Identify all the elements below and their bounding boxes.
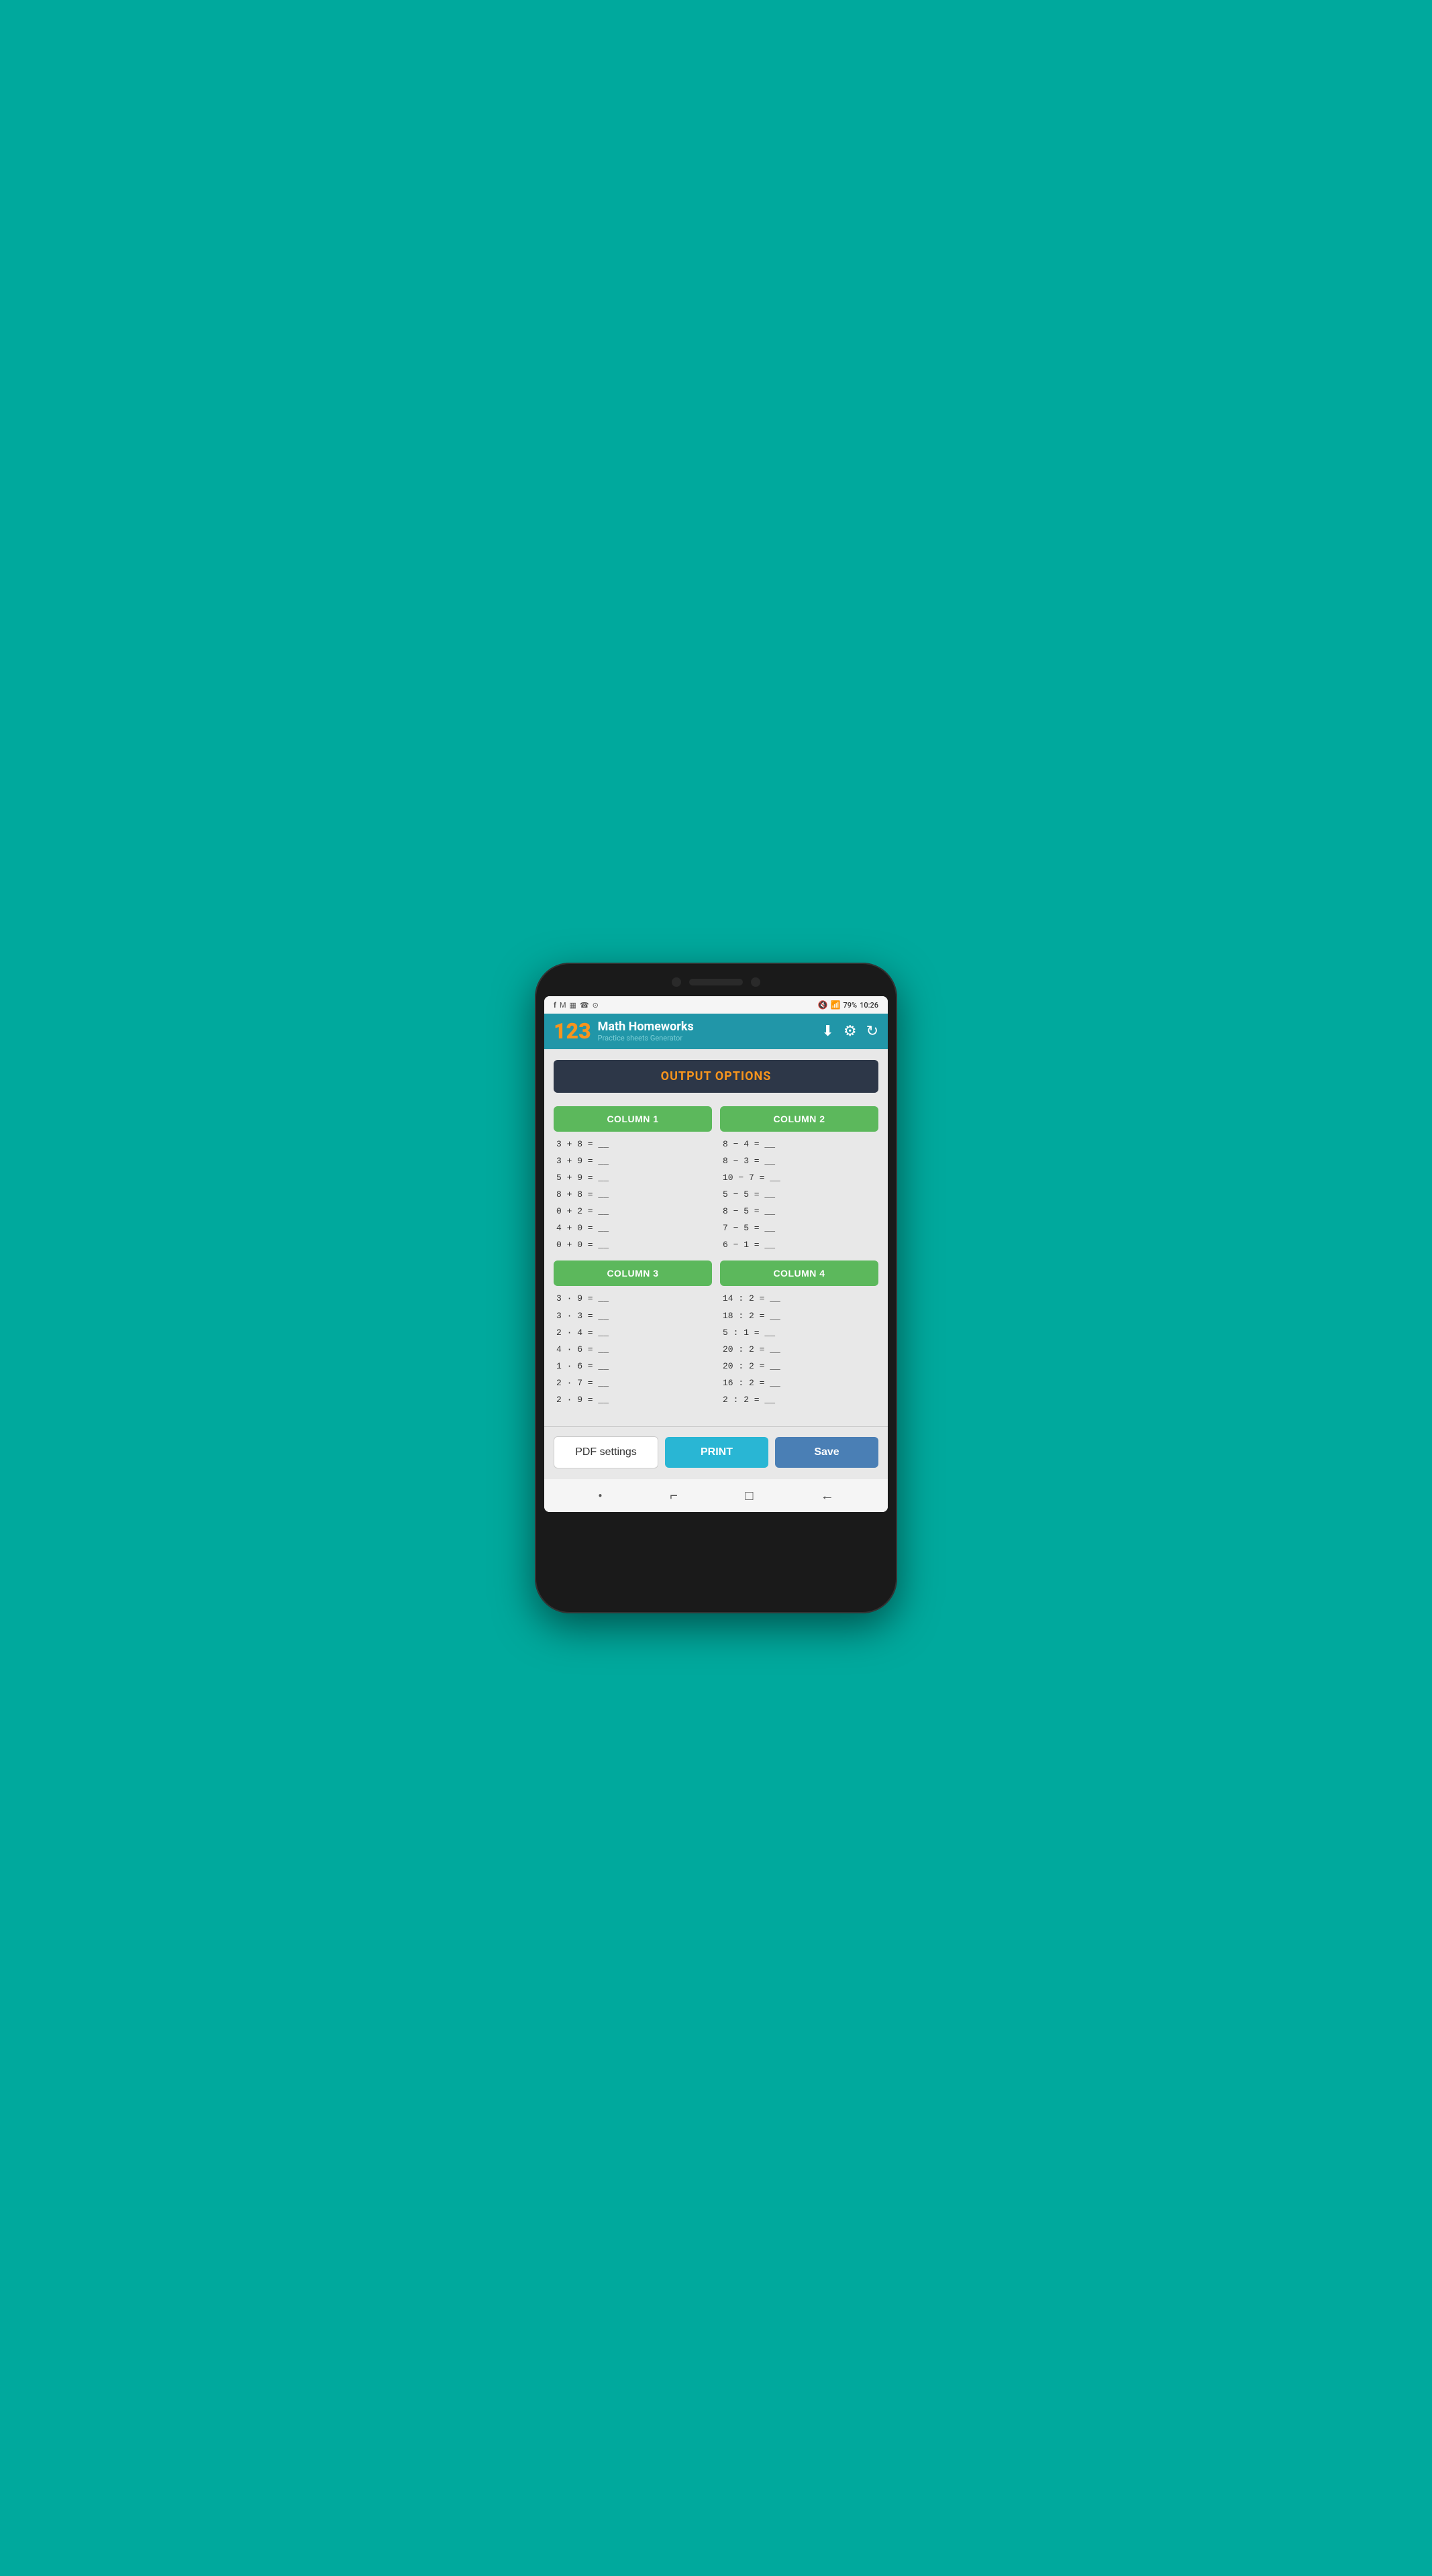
columns-bottom-row: COLUMN 3 3 · 9 = __ 3 · 3 = __ 2 · 4 = _…	[554, 1260, 878, 1407]
app-title: Math Homeworks	[598, 1020, 694, 1034]
bottom-action-bar: PDF settings PRINT Save	[544, 1426, 888, 1478]
eq-2-4: 5 − 5 = __	[723, 1187, 876, 1202]
eq-3-4: 4 · 6 = __	[556, 1342, 709, 1357]
eq-4-4: 20 : 2 = __	[723, 1342, 876, 1357]
eq-2-6: 7 − 5 = __	[723, 1221, 876, 1236]
home-icon[interactable]: □	[745, 1487, 753, 1504]
instagram-icon: ⊙	[593, 1001, 599, 1010]
column-3-button[interactable]: COLUMN 3	[554, 1260, 712, 1286]
wifi-icon: 📶	[831, 1000, 841, 1010]
main-content: OUTPUT OPTIONS COLUMN 1 3 + 8 = __ 3 + 9…	[544, 1049, 888, 1426]
status-right-icons: 🔇 📶 79% 10:26	[818, 1000, 878, 1010]
eq-2-5: 8 − 5 = __	[723, 1204, 876, 1219]
eq-2-7: 6 − 1 = __	[723, 1238, 876, 1252]
screen: f M ▦ ☎ ⊙ 🔇 📶 79% 10:26 123 Math Homewor…	[544, 996, 888, 1512]
output-options-title: OUTPUT OPTIONS	[661, 1069, 772, 1083]
column-2-equations: 8 − 4 = __ 8 − 3 = __ 10 − 7 = __ 5 − 5 …	[720, 1137, 878, 1253]
phone-frame: f M ▦ ☎ ⊙ 🔇 📶 79% 10:26 123 Math Homewor…	[535, 963, 897, 1613]
eq-1-2: 3 + 9 = __	[556, 1154, 709, 1169]
eq-1-4: 8 + 8 = __	[556, 1187, 709, 1202]
status-left-icons: f M ▦ ☎ ⊙	[554, 1001, 599, 1010]
eq-3-1: 3 · 9 = __	[556, 1291, 709, 1306]
eq-1-6: 4 + 0 = __	[556, 1221, 709, 1236]
column-3-section: COLUMN 3 3 · 9 = __ 3 · 3 = __ 2 · 4 = _…	[554, 1260, 712, 1407]
eq-1-5: 0 + 2 = __	[556, 1204, 709, 1219]
eq-3-5: 1 · 6 = __	[556, 1359, 709, 1374]
eq-3-2: 3 · 3 = __	[556, 1309, 709, 1324]
header-actions: ⬇ ⚙ ↻	[821, 1023, 878, 1040]
eq-3-7: 2 · 9 = __	[556, 1393, 709, 1407]
time-display: 10:26	[860, 1001, 878, 1010]
app-subtitle: Practice sheets Generator	[598, 1034, 694, 1042]
speaker	[689, 979, 743, 985]
mute-icon: 🔇	[818, 1000, 828, 1010]
column-1-button[interactable]: COLUMN 1	[554, 1106, 712, 1132]
phone-notch	[544, 975, 888, 989]
facebook-icon: f	[554, 1001, 556, 1010]
eq-3-3: 2 · 4 = __	[556, 1326, 709, 1340]
navigation-bar: • ⌐ □ ←	[544, 1479, 888, 1512]
camera-dot-right	[751, 977, 760, 987]
gmail-icon: M	[560, 1001, 566, 1010]
print-button[interactable]: PRINT	[665, 1437, 768, 1468]
column-4-equations: 14 : 2 = __ 18 : 2 = __ 5 : 1 = __ 20 : …	[720, 1291, 878, 1407]
home-dot-icon[interactable]: •	[598, 1488, 603, 1504]
back-icon[interactable]: ←	[821, 1487, 834, 1504]
phone-icon: ☎	[580, 1001, 589, 1010]
phone-bottom	[544, 1512, 888, 1520]
column-2-button[interactable]: COLUMN 2	[720, 1106, 878, 1132]
column-4-section: COLUMN 4 14 : 2 = __ 18 : 2 = __ 5 : 1 =…	[720, 1260, 878, 1407]
camera-dot-left	[672, 977, 681, 987]
eq-4-3: 5 : 1 = __	[723, 1326, 876, 1340]
eq-2-3: 10 − 7 = __	[723, 1171, 876, 1185]
settings-icon[interactable]: ⚙	[843, 1023, 857, 1040]
column-4-button[interactable]: COLUMN 4	[720, 1260, 878, 1286]
save-button[interactable]: Save	[775, 1437, 878, 1468]
eq-1-7: 0 + 0 = __	[556, 1238, 709, 1252]
refresh-icon[interactable]: ↻	[866, 1023, 878, 1040]
eq-3-6: 2 · 7 = __	[556, 1376, 709, 1391]
status-bar: f M ▦ ☎ ⊙ 🔇 📶 79% 10:26	[544, 996, 888, 1014]
column-2-section: COLUMN 2 8 − 4 = __ 8 − 3 = __ 10 − 7 = …	[720, 1106, 878, 1253]
recent-apps-icon[interactable]: ⌐	[670, 1487, 678, 1504]
gallery-icon: ▦	[570, 1001, 576, 1010]
eq-2-2: 8 − 3 = __	[723, 1154, 876, 1169]
logo-123: 123	[554, 1020, 591, 1042]
eq-2-1: 8 − 4 = __	[723, 1137, 876, 1152]
eq-4-6: 16 : 2 = __	[723, 1376, 876, 1391]
logo-text: Math Homeworks Practice sheets Generator	[598, 1020, 694, 1042]
eq-4-7: 2 : 2 = __	[723, 1393, 876, 1407]
columns-top-row: COLUMN 1 3 + 8 = __ 3 + 9 = __ 5 + 9 = _…	[554, 1106, 878, 1253]
column-1-section: COLUMN 1 3 + 8 = __ 3 + 9 = __ 5 + 9 = _…	[554, 1106, 712, 1253]
eq-4-5: 20 : 2 = __	[723, 1359, 876, 1374]
app-header: 123 Math Homeworks Practice sheets Gener…	[544, 1014, 888, 1049]
pdf-settings-button[interactable]: PDF settings	[554, 1436, 658, 1468]
download-icon[interactable]: ⬇	[821, 1023, 833, 1040]
eq-4-1: 14 : 2 = __	[723, 1291, 876, 1306]
column-1-equations: 3 + 8 = __ 3 + 9 = __ 5 + 9 = __ 8 + 8 =…	[554, 1137, 712, 1253]
eq-1-3: 5 + 9 = __	[556, 1171, 709, 1185]
eq-4-2: 18 : 2 = __	[723, 1309, 876, 1324]
battery-text: 79%	[843, 1001, 857, 1010]
output-options-header: OUTPUT OPTIONS	[554, 1060, 878, 1093]
eq-1-1: 3 + 8 = __	[556, 1137, 709, 1152]
column-3-equations: 3 · 9 = __ 3 · 3 = __ 2 · 4 = __ 4 · 6 =…	[554, 1291, 712, 1407]
